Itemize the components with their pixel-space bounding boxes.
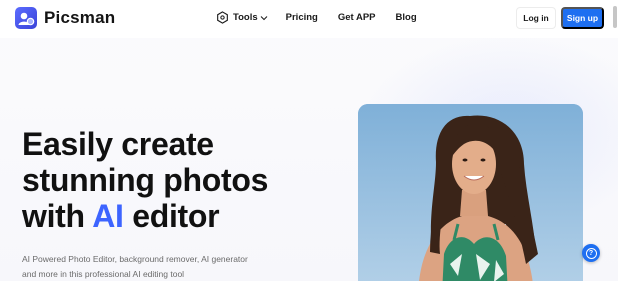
hexagon-tools-icon	[217, 11, 228, 24]
brand-name: Picsman	[44, 8, 116, 27]
hero-title-line3-prefix: with	[22, 198, 93, 234]
page: Picsman Tools Pricing Get APP Blog Log i…	[0, 0, 618, 281]
top-header: Picsman Tools Pricing Get APP Blog Log i…	[0, 0, 618, 38]
chevron-down-icon	[260, 15, 267, 20]
question-circle-icon: ?	[585, 247, 597, 259]
help-button[interactable]: ?	[582, 244, 600, 262]
hero-description-line1: AI Powered Photo Editor, background remo…	[22, 254, 248, 264]
nav-pricing-label: Pricing	[285, 12, 318, 23]
nav-get-app[interactable]: Get APP	[338, 12, 376, 23]
hero-title-line2: stunning photos	[22, 162, 269, 198]
nav-pricing[interactable]: Pricing	[286, 12, 318, 23]
login-button[interactable]: Log in	[516, 7, 556, 29]
hero-title-line1: Easily create	[22, 126, 214, 162]
portrait-illustration	[358, 104, 583, 281]
main-nav: Tools Pricing Get APP Blog	[216, 11, 417, 24]
signup-button[interactable]: Sign up	[561, 7, 604, 29]
nav-get-app-label: Get APP	[337, 12, 376, 23]
nav-blog[interactable]: Blog	[396, 12, 417, 23]
nav-tools-label: Tools	[233, 12, 258, 23]
hero-title-line3-suffix: editor	[123, 198, 220, 234]
nav-tools[interactable]: Tools	[216, 11, 268, 24]
page-scrollbar[interactable]	[613, 6, 617, 28]
nav-blog-label: Blog	[395, 12, 417, 23]
hero-description-line2: and more in this professional AI editing…	[22, 269, 185, 279]
hero-description: AI Powered Photo Editor, background remo…	[22, 252, 312, 281]
picsman-logo-icon	[15, 7, 37, 29]
hero-photo	[358, 104, 583, 281]
hero-title: Easily create stunning photos with AI ed…	[22, 126, 342, 234]
brand-logo[interactable]: Picsman	[15, 7, 115, 29]
hero-title-highlight: AI	[92, 198, 124, 234]
